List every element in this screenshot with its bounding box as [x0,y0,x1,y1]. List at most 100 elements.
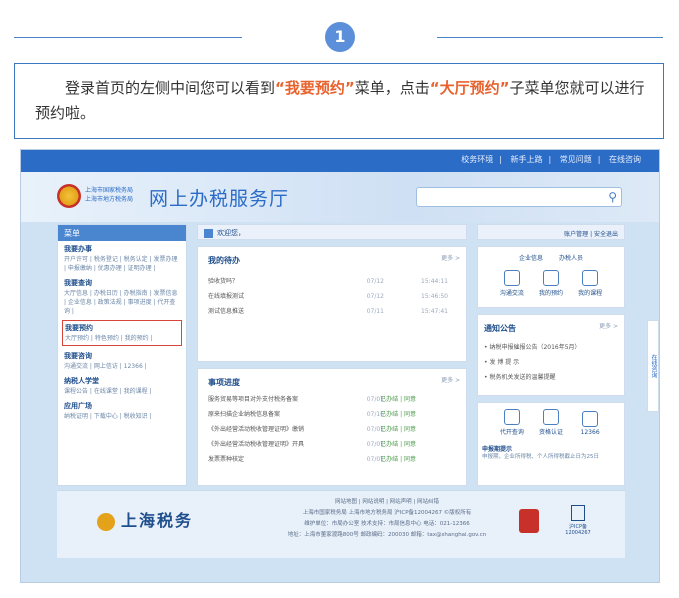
todo-more-link[interactable]: 更多 > [441,253,460,262]
search-icon[interactable]: ⚲ [608,190,617,204]
bureau-line: 上海市地方税务局 [85,196,134,203]
instruction-text: 登录首页的左侧中间您可以看到 [65,79,276,97]
row-date: 07/11 [366,308,384,315]
top-bar: 校务环境 | 新手上路 | 常见问题 | 在线咨询 [21,150,659,172]
site-header: 上海市国家税务局 上海市地方税务局 网上办税服务厅 ⚲ [21,172,659,222]
site-footer: 上海税务 网站地图 | 网站说明 | 网站声明 | 网站纠错 上海市国家税务局 … [57,490,625,558]
step-line-right [437,37,663,38]
notice-item[interactable]: • 税务机关发送的温馨提醒 [484,370,618,385]
icp-badge[interactable]: 沪ICP备 12004267 [563,505,593,537]
progress-card: 事项进度 更多 > 服务贸易等项目对外支付税务备案 07/01 已办结 | 同意 原… [197,368,467,486]
menu-group-links[interactable]: 沟通交流 | 网上信访 | 12366 | [64,362,180,371]
notice-title: 通知公告 [484,324,516,333]
shield-check-icon [543,409,559,425]
menu-group-title[interactable]: 我要预约 [65,323,179,334]
icon-label: 资格认证 [538,429,563,436]
todo-row[interactable]: 测试信息推送 07/11 15:47:41 [208,304,456,319]
row-status: 已办结 | 同意 [380,426,416,433]
tax-staff-link[interactable]: 办税人员 [559,255,583,262]
row-time: 15:47:41 [421,308,448,315]
menu-group-title[interactable]: 应用广场 [64,401,180,412]
row-status: 已办结 | 同意 [380,456,416,463]
menu-group: 我要咨询 沟通交流 | 网上信访 | 12366 | [58,348,186,373]
row-text: 测试信息推送 [208,308,245,315]
instruction-text: 菜单，点击 [354,79,430,97]
footer-info: 网站地图 | 网站说明 | 网站声明 | 网站纠错 上海市国家税务局 上海市地方… [237,497,537,541]
hall-appointment-link[interactable]: 大厅预约 | 特色预约 | 我的预约 | [65,334,179,343]
chat-icon [503,270,520,286]
police-badge-icon[interactable] [519,509,539,533]
menu-group-title[interactable]: 我要咨询 [64,351,180,362]
enterprise-info-link[interactable]: 企业信息 [519,255,543,262]
todo-row[interactable]: 在线填报测试 07/12 15:46:50 [208,289,456,304]
menu-group-title[interactable]: 纳税人学堂 [64,376,180,387]
highlight-my-appointment: “我要预约” [275,79,355,97]
notice-item[interactable]: • 发 博 提 示 [484,355,618,370]
progress-row[interactable]: 服务贸易等项目对外支付税务备案 07/01 已办结 | 同意 [208,392,456,407]
user-bar[interactable]: 账户管理 | 安全退出 [477,224,625,240]
icp-text: 沪ICP备 12004267 [565,524,591,536]
services-card: 代开查询 资格认证 12366 申报期提示 申报期，企业所得税、个人所得税截止日… [477,402,625,486]
row-text: 原来扫描企业纳税信息备案 [208,411,281,418]
communication-button[interactable]: 沟通交流 [495,270,529,297]
sidebar-menu: 菜单 我要办事 开户许可 | 税务登记 | 税务认定 | 发票办理 | 申报缴纳… [57,224,187,486]
footer-line: 维护单位：市局办公室 技术支持：市局信息中心 电话：021-12366 [304,521,470,527]
row-date: 07/12 [366,293,384,300]
progress-row[interactable]: 发票票种核定 07/01 已办结 | 同意 [208,452,456,467]
icon-label: 我的课程 [578,290,603,297]
progress-row[interactable]: 原来扫描企业纳税信息备案 07/16 已办结 | 同意 [208,407,456,422]
row-text: 在线填报测试 [208,293,245,300]
hotline-button[interactable]: 12366 [573,411,607,436]
menu-group-title[interactable]: 我要办事 [64,244,180,255]
menu-header: 菜单 [58,225,186,241]
menu-group: 应用广场 纳税证明 | 下载中心 | 税收知识 | [58,398,186,423]
row-text: 《外出经营活动税收管理证明》开具 [208,441,305,448]
side-float-tab[interactable]: 在线咨询 [647,320,659,412]
progress-title: 事项进度 [208,378,240,387]
menu-group-links[interactable]: 大厅信息 | 办税日历 | 办税指南 | 发票信息 | 企业信息 | 政策法规 … [64,289,180,316]
notice-more-link[interactable]: 更多 > [599,321,618,330]
notice-item[interactable]: • 纳税申报催报公告（2016年5月） [484,340,618,355]
welcome-label: 欢迎您， [217,229,245,237]
menu-group-links[interactable]: 开户许可 | 税务登记 | 税务认定 | 发票办理 | 申报缴纳 | 优惠办理 … [64,255,180,273]
emblem-icon [97,512,115,531]
progress-row[interactable]: 《外出经营活动税收管理证明》开具 07/01 已办结 | 同意 [208,437,456,452]
todo-card: 我的待办 更多 > 验收货吗？ 07/12 15:44:11 在线填报测试 07/12… [197,246,467,362]
row-status: 已办结 | 同意 [380,441,416,448]
my-course-button[interactable]: 我的课程 [573,270,607,297]
top-link[interactable]: 常见问题 [560,155,592,164]
top-link[interactable]: 在线咨询 [609,155,641,164]
progress-more-link[interactable]: 更多 > [441,375,460,384]
logo-text: 上海税务 [121,511,194,530]
my-appointment-button[interactable]: 我的预约 [534,270,568,297]
row-status: 已办结 | 同意 [380,396,416,403]
footer-line: 上海市国家税务局 上海市地方税务局 沪ICP备12004267 ©版权所有 [302,510,472,516]
icon-label: 我的预约 [538,290,563,297]
row-time: 15:46:50 [421,293,448,300]
top-links: 校务环境 | 新手上路 | 常见问题 | 在线咨询 [461,155,641,164]
reminder-title: 申报期提示 [482,446,513,453]
step-number-badge: 1 [325,22,355,52]
menu-group: 我要办事 开户许可 | 税务登记 | 税务认定 | 发票办理 | 申报缴纳 | … [58,241,186,275]
qualification-button[interactable]: 资格认证 [534,409,568,436]
search-input[interactable]: ⚲ [416,187,622,207]
step-line-left [14,37,242,38]
book-icon [582,270,599,286]
menu-group: 我要查询 大厅信息 | 办税日历 | 办税指南 | 发票信息 | 企业信息 | … [58,275,186,318]
icon-label: 12366 [580,429,600,436]
phone-icon [582,411,599,427]
top-link[interactable]: 新手上路 [511,155,543,164]
row-text: 发票票种核定 [208,456,245,463]
top-link[interactable]: 校务环境 [461,155,493,164]
row-date: 07/12 [366,278,384,285]
todo-row[interactable]: 验收货吗？ 07/12 15:44:11 [208,274,456,289]
menu-group-links[interactable]: 课程公告 | 在线课堂 | 我的课程 | [64,387,180,396]
todo-title: 我的待办 [208,256,240,265]
welcome-bar: 欢迎您， [197,224,467,240]
issue-query-button[interactable]: 代开查询 [495,409,529,436]
footer-links[interactable]: 网站地图 | 网站说明 | 网站声明 | 网站纠错 [237,497,537,508]
user-icon [204,228,213,238]
menu-group-links[interactable]: 纳税证明 | 下载中心 | 税收知识 | [64,412,180,421]
menu-group-title[interactable]: 我要查询 [64,278,180,289]
progress-row[interactable]: 《外出经营活动税收管理证明》缴销 07/01 已办结 | 同意 [208,422,456,437]
